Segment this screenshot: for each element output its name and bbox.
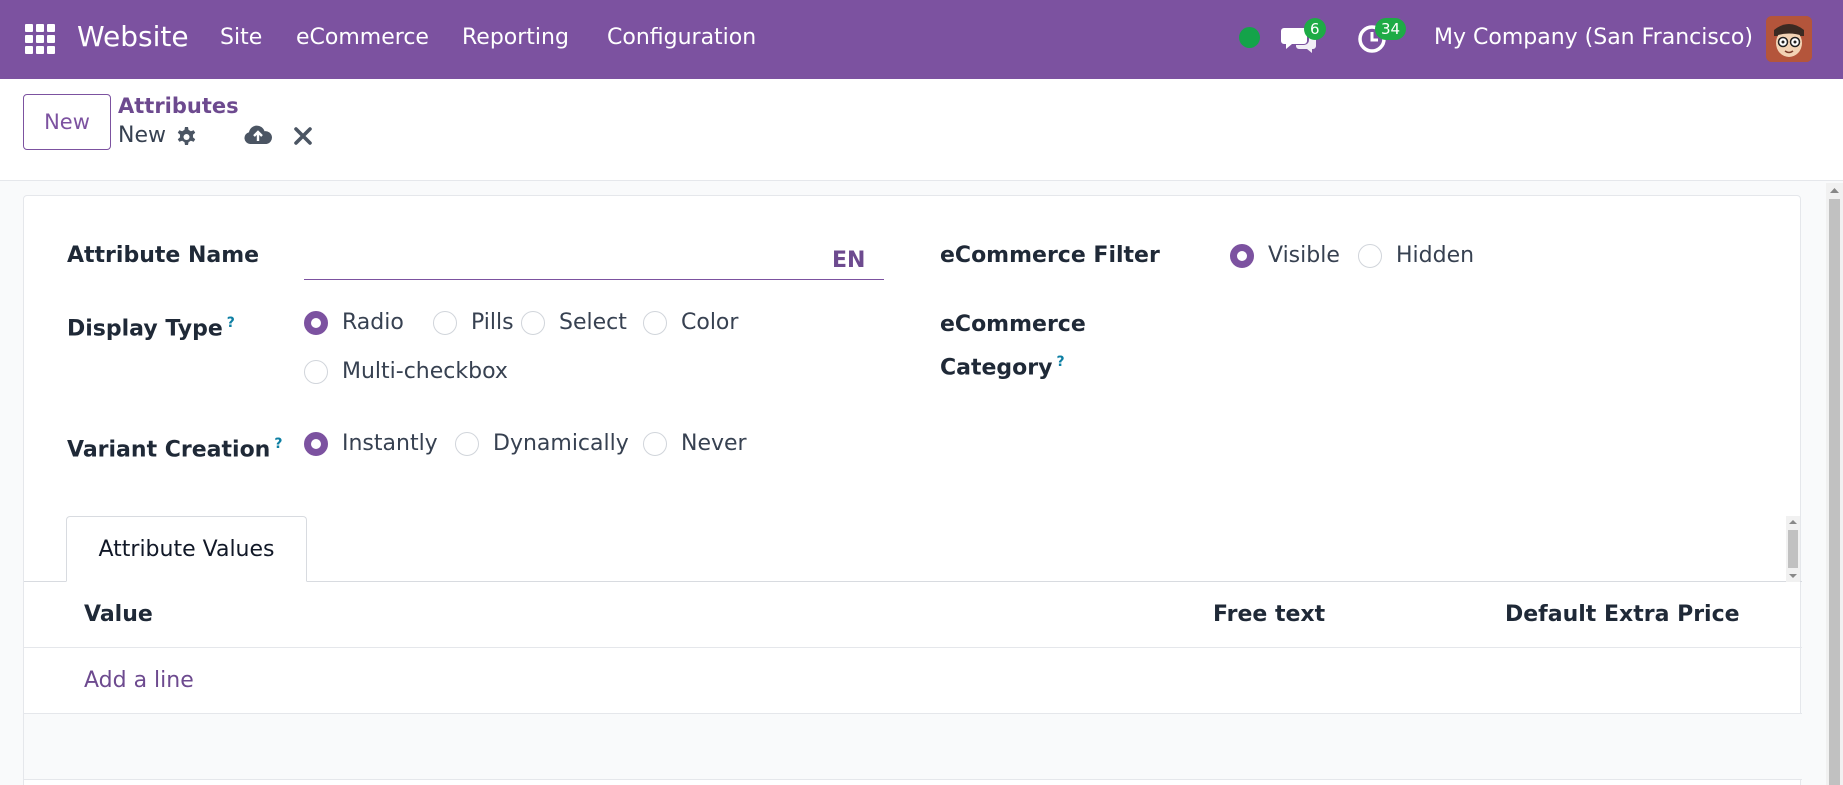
radio-icon (304, 360, 328, 384)
top-navbar: Website Site eCommerce Reporting Configu… (0, 0, 1843, 79)
radio-icon (521, 311, 545, 335)
menu-ecommerce[interactable]: eCommerce (296, 22, 429, 54)
display-type-radio-select[interactable]: Select (521, 308, 627, 338)
messages-count-badge: 6 (1304, 18, 1326, 40)
attribute-name-label: Attribute Name (67, 243, 260, 268)
display-type-label: Display Type? (67, 315, 235, 342)
form-sheet: Attribute Name EN Display Type? Radio Pi… (23, 195, 1802, 785)
radio-icon (643, 432, 667, 456)
column-free-text[interactable]: Free text (1213, 600, 1325, 630)
attribute-name-input[interactable] (304, 238, 884, 280)
values-table-header: Value Free text Default Extra Price (24, 582, 1802, 648)
radio-selected-icon (304, 432, 328, 456)
radio-label: Radio (342, 310, 404, 335)
ecommerce-filter-label: eCommerce Filter (940, 243, 1160, 268)
apps-menu-icon[interactable] (25, 24, 55, 54)
radio-icon (1358, 244, 1382, 268)
discard-close-icon[interactable] (293, 126, 313, 146)
menu-site[interactable]: Site (220, 22, 262, 54)
new-button[interactable]: New (23, 94, 111, 150)
radio-label: Select (559, 310, 627, 335)
variant-creation-label: Variant Creation? (67, 436, 283, 463)
column-value[interactable]: Value (84, 600, 153, 630)
display-type-radio-radio[interactable]: Radio (304, 308, 404, 338)
online-status-icon (1239, 27, 1260, 48)
menu-reporting[interactable]: Reporting (462, 22, 569, 54)
radio-label: Instantly (342, 431, 438, 456)
activities-count-badge: 34 (1375, 18, 1407, 40)
ecommerce-category-label: Category? (940, 354, 1065, 381)
inner-scrollbar[interactable] (1786, 516, 1800, 582)
gear-icon[interactable] (174, 125, 198, 149)
radio-label: Visible (1268, 243, 1340, 268)
display-type-help-icon[interactable]: ? (227, 315, 235, 331)
control-panel: New Attributes New (0, 79, 1843, 181)
breadcrumb-attributes-link[interactable]: Attributes (118, 92, 239, 120)
tab-attribute-values[interactable]: Attribute Values (66, 516, 307, 582)
variant-creation-help-icon[interactable]: ? (274, 436, 282, 452)
language-toggle[interactable]: EN (832, 248, 865, 273)
radio-icon (455, 432, 479, 456)
company-switcher[interactable]: My Company (San Francisco) (1434, 22, 1753, 54)
variant-creation-radio-instantly[interactable]: Instantly (304, 429, 438, 459)
add-a-line-link[interactable]: Add a line (84, 666, 194, 696)
radio-label: Multi-checkbox (342, 359, 508, 384)
menu-configuration[interactable]: Configuration (607, 22, 756, 54)
radio-label: Color (681, 310, 739, 335)
save-cloud-icon[interactable] (243, 123, 273, 149)
app-title[interactable]: Website (77, 17, 189, 57)
radio-icon (643, 311, 667, 335)
add-line-row: Add a line (24, 648, 1802, 714)
radio-label: Pills (471, 310, 514, 335)
variant-creation-radio-never[interactable]: Never (643, 429, 747, 459)
radio-icon (433, 311, 457, 335)
ecommerce-filter-radio-visible[interactable]: Visible (1230, 241, 1340, 271)
radio-label: Hidden (1396, 243, 1475, 268)
ecommerce-filter-radio-hidden[interactable]: Hidden (1358, 241, 1474, 271)
column-default-extra-price[interactable]: Default Extra Price (1505, 600, 1740, 630)
empty-table-row (24, 714, 1802, 780)
radio-label: Never (681, 431, 747, 456)
radio-label: Dynamically (493, 431, 629, 456)
radio-selected-icon (304, 311, 328, 335)
ecommerce-category-help-icon[interactable]: ? (1056, 354, 1064, 370)
variant-creation-radio-dynamically[interactable]: Dynamically (455, 429, 629, 459)
user-avatar[interactable] (1766, 16, 1812, 62)
display-type-radio-multi-checkbox[interactable]: Multi-checkbox (304, 357, 508, 387)
ecommerce-category-label-line1: eCommerce (940, 312, 1086, 337)
display-type-radio-pills[interactable]: Pills (433, 308, 514, 338)
radio-selected-icon (1230, 244, 1254, 268)
breadcrumb-current: New (118, 123, 166, 148)
display-type-radio-color[interactable]: Color (643, 308, 738, 338)
page-scrollbar[interactable] (1826, 183, 1843, 785)
